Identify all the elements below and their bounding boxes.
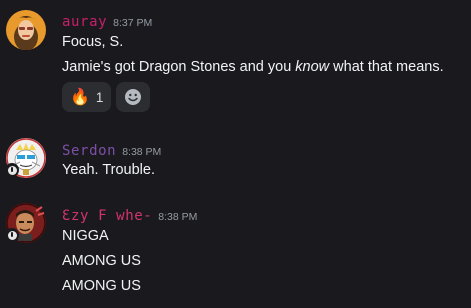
timestamp[interactable]: 8:38 PM [158,211,197,223]
username[interactable]: Ɛzy F whe- [62,208,152,224]
avatar-serdon[interactable] [5,138,46,178]
status-indicator [5,228,19,242]
smiley-add-icon [125,89,142,105]
avatar-auray[interactable] [6,10,46,50]
message-header: Ɛzy F whe- 8:38 PM [62,205,197,224]
message-text-part: Jamie's got Dragon Stones and you [62,59,296,75]
status-indicator [5,163,19,177]
chat-messages: auray 8:37 PM Focus, S. Jamie's got Drago… [0,0,471,308]
message-text-emphasis: know [295,59,330,75]
username[interactable]: Serdon [62,143,116,159]
message-text: AMONG US [62,253,141,269]
avatar-ezy[interactable] [5,203,46,243]
message-text-part: what that means. [329,59,444,75]
message-header: Serdon 8:38 PM [62,140,161,159]
message-text: Yeah. Trouble. [62,162,155,178]
message-text: Focus, S. [62,34,124,50]
timestamp[interactable]: 8:37 PM [113,17,152,29]
reactions: 🔥 1 [62,82,151,112]
reaction-fire[interactable]: 🔥 1 [62,82,112,112]
message-text: AMONG US [62,278,141,294]
reaction-count: 1 [95,89,104,105]
fire-emoji-icon: 🔥 [70,89,90,106]
timestamp[interactable]: 8:38 PM [122,146,161,158]
username[interactable]: auray [62,14,107,30]
message-text: NIGGA [62,228,109,244]
add-reaction-button[interactable] [116,82,151,112]
message-text: Jamie's got Dragon Stones and you know w… [62,59,444,75]
message-header: auray 8:37 PM [62,11,152,30]
